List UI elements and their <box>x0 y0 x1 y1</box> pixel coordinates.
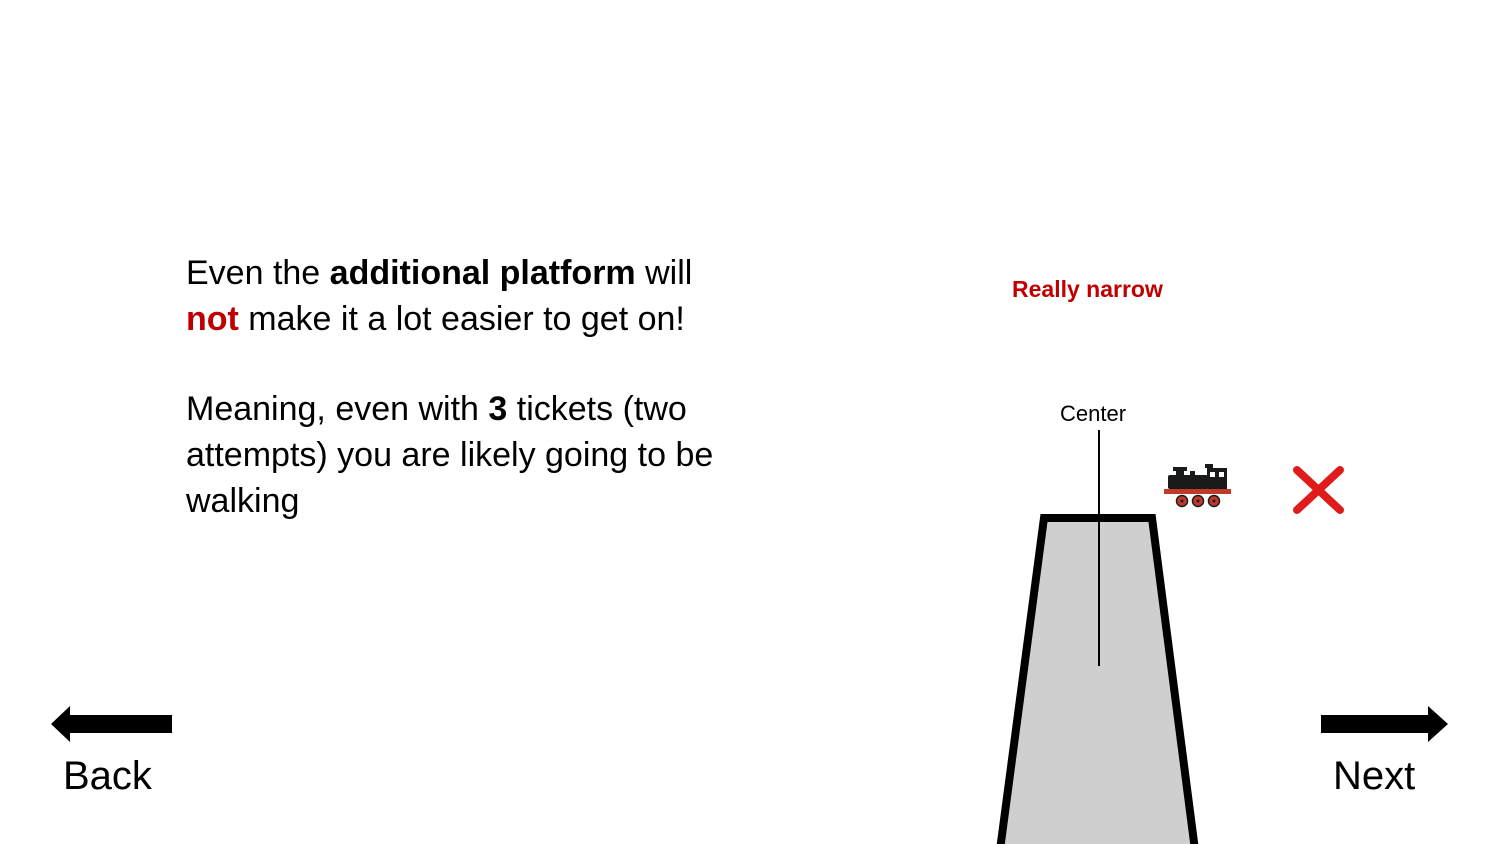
next-button[interactable]: Next <box>1316 700 1452 810</box>
arrow-right-icon <box>1321 706 1448 742</box>
back-button[interactable]: Back <box>48 700 178 810</box>
train-icon <box>1164 464 1231 508</box>
platform-diagram <box>996 430 1344 844</box>
platform-shape <box>996 514 1199 844</box>
arrow-left-icon <box>51 706 172 742</box>
back-label: Back <box>63 754 152 798</box>
red-x-icon <box>1293 466 1344 514</box>
next-label: Next <box>1333 754 1416 798</box>
